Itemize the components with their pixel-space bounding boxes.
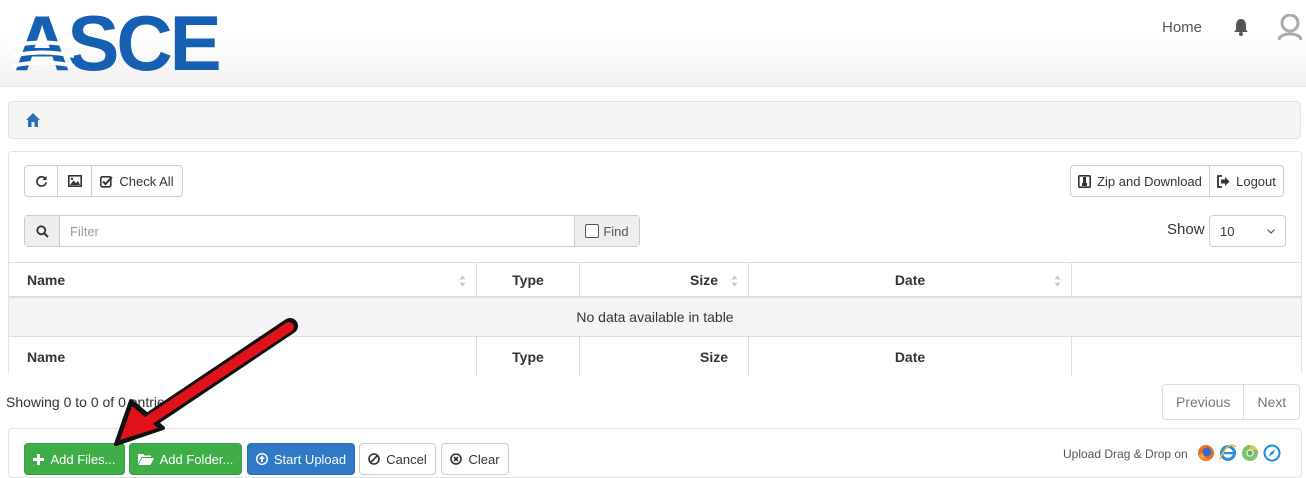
find-label: Find — [603, 223, 629, 239]
upload-circle-icon — [255, 453, 268, 465]
add-files-button[interactable]: Add Files... — [24, 443, 125, 475]
filter-input[interactable] — [60, 216, 574, 246]
chevron-down-icon — [1267, 228, 1275, 234]
zip-download-button[interactable]: Zip and Download — [1070, 165, 1210, 197]
table-header-row: Name Type Size Date — [9, 262, 1301, 298]
sort-icon — [459, 275, 466, 287]
check-all-button[interactable]: Check All — [91, 165, 183, 197]
clear-label: Clear — [468, 451, 500, 467]
search-addon — [25, 216, 60, 246]
page-size-value: 10 — [1220, 223, 1235, 239]
find-checkbox[interactable]: Find — [574, 216, 639, 246]
sign-out-icon — [1217, 174, 1230, 188]
add-folder-button[interactable]: Add Folder... — [129, 443, 242, 475]
refresh-button[interactable] — [24, 165, 58, 197]
archive-icon — [1078, 174, 1092, 188]
next-page-button[interactable]: Next — [1243, 385, 1299, 419]
chrome-icon — [1242, 445, 1258, 461]
firefox-icon — [1198, 445, 1214, 461]
image-icon — [67, 175, 82, 187]
footer-actions — [1072, 337, 1301, 376]
show-label: Show — [1167, 221, 1205, 238]
checkbox-checked-icon — [100, 175, 114, 188]
add-folder-label: Add Folder... — [159, 451, 234, 467]
folder-open-icon — [137, 454, 154, 465]
column-header-size[interactable]: Size — [580, 263, 749, 296]
home-icon[interactable] — [25, 112, 41, 128]
plus-icon — [33, 453, 45, 465]
toggle-thumbnails-button[interactable] — [57, 165, 92, 197]
column-header-type[interactable]: Type — [477, 263, 580, 296]
add-files-label: Add Files... — [50, 451, 116, 467]
find-checkbox-box[interactable] — [585, 224, 600, 238]
logout-button[interactable]: Logout — [1209, 165, 1284, 197]
ie-icon — [1219, 444, 1237, 461]
asce-logo[interactable]: ASCE — [12, 6, 244, 82]
ban-icon — [368, 453, 381, 465]
user-avatar-icon[interactable] — [1278, 14, 1302, 40]
column-header-label: Name — [27, 271, 66, 288]
zip-download-label: Zip and Download — [1097, 173, 1202, 189]
nav-home-link[interactable]: Home — [1162, 19, 1202, 36]
filter-group: Find — [24, 215, 640, 247]
column-header-name[interactable]: Name — [9, 263, 477, 296]
column-header-actions — [1072, 263, 1301, 296]
footer-type: Type — [477, 337, 580, 376]
footer-label: Date — [894, 348, 926, 365]
cancel-upload-button[interactable]: Cancel — [359, 443, 436, 475]
breadcrumb — [8, 101, 1301, 139]
start-upload-label: Start Upload — [273, 451, 347, 467]
page-size-select[interactable]: 10 — [1209, 215, 1286, 247]
clear-button[interactable]: Clear — [441, 443, 509, 475]
footer-label: Name — [27, 348, 66, 365]
drag-drop-note: Upload Drag & Drop on — [1063, 447, 1188, 461]
footer-date: Date — [749, 337, 1072, 376]
previous-page-button[interactable]: Previous — [1163, 385, 1243, 419]
column-header-label: Type — [512, 271, 544, 288]
footer-size: Size — [580, 337, 749, 376]
sort-icon — [1054, 275, 1061, 287]
footer-label: Size — [699, 348, 728, 365]
cancel-label: Cancel — [386, 451, 427, 467]
start-upload-button[interactable]: Start Upload — [247, 443, 355, 475]
empty-table-row: No data available in table — [9, 298, 1301, 336]
table-footer-row: Name Type Size Date — [9, 336, 1301, 376]
check-all-label: Check All — [119, 173, 174, 189]
column-header-label: Size — [689, 271, 718, 288]
logout-label: Logout — [1236, 173, 1276, 189]
column-header-date[interactable]: Date — [749, 263, 1072, 296]
table-info: Showing 0 to 0 of 0 entries — [6, 394, 172, 410]
browser-icons — [1197, 444, 1281, 462]
bell-icon[interactable] — [1233, 18, 1249, 36]
footer-label: Type — [512, 348, 544, 365]
empty-table-message: No data available in table — [576, 309, 734, 325]
clear-circle-icon — [450, 453, 463, 465]
footer-name: Name — [9, 337, 477, 376]
safari-icon — [1263, 444, 1281, 462]
file-browser-panel: Check All Zip and Download Logout Find S… — [8, 151, 1302, 376]
refresh-icon — [35, 175, 47, 187]
column-header-label: Date — [894, 271, 926, 288]
sort-icon — [731, 275, 738, 287]
app-header: ASCE Home — [0, 0, 1306, 87]
search-icon — [35, 224, 49, 238]
pagination: Previous Next — [1162, 384, 1301, 420]
